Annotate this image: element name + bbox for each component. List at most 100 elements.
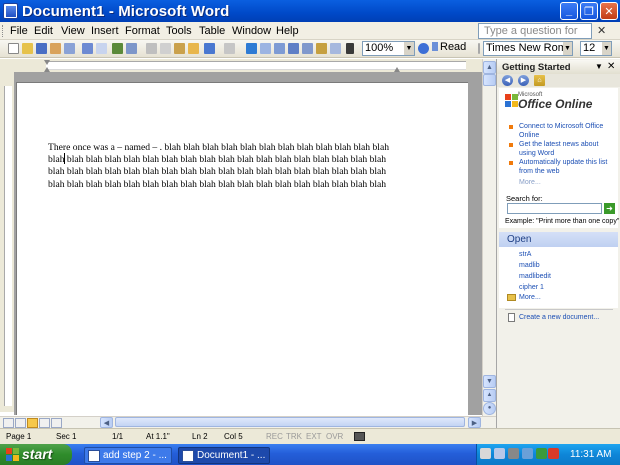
outline-view-icon[interactable] (39, 418, 50, 428)
close-button[interactable]: ✕ (600, 2, 618, 20)
vertical-scrollbar[interactable]: ▲ ▼ ▲ ● (482, 59, 496, 416)
save-icon[interactable] (36, 43, 47, 54)
menu-help[interactable]: Help (276, 25, 299, 37)
status-ext[interactable]: EXT (306, 432, 322, 441)
recent-file-link[interactable]: madlib (519, 262, 540, 269)
print-icon[interactable] (82, 43, 93, 54)
menu-edit[interactable]: Edit (34, 25, 53, 37)
new-icon[interactable] (8, 43, 19, 54)
spelling-icon[interactable] (112, 43, 123, 54)
title-bar[interactable]: Document1 - Microsoft Word _ ❐ ✕ (0, 0, 620, 22)
task-pane-dropdown-icon[interactable]: ▼ (595, 62, 603, 71)
link-more[interactable]: More... (519, 178, 615, 187)
permission-icon[interactable] (50, 43, 61, 54)
recent-file-link[interactable]: cipher 1 (519, 284, 544, 291)
tray-network-icon[interactable] (480, 448, 491, 459)
home-icon[interactable]: ⌂ (534, 75, 545, 86)
create-new-document-link[interactable]: Create a new document... (519, 314, 599, 321)
vertical-ruler[interactable] (0, 72, 14, 412)
search-input[interactable] (507, 203, 602, 214)
menu-window[interactable]: Window (232, 25, 271, 37)
search-go-icon[interactable]: ➜ (604, 203, 615, 214)
previous-page-icon[interactable]: ▲ (483, 389, 496, 402)
restore-button[interactable]: ❐ (580, 2, 598, 20)
open-icon[interactable] (22, 43, 33, 54)
copy-icon[interactable] (160, 43, 171, 54)
open-more-link[interactable]: More... (519, 294, 541, 301)
link-connect-office-online[interactable]: Connect to Microsoft Office Online (519, 122, 615, 140)
scroll-right-icon[interactable]: ▶ (468, 417, 481, 428)
reading-layout-icon[interactable] (51, 418, 62, 428)
normal-view-icon[interactable] (3, 418, 14, 428)
scroll-up-icon[interactable]: ▲ (483, 61, 496, 74)
tray-messenger-icon[interactable] (522, 448, 533, 459)
tray-display-icon[interactable] (494, 448, 505, 459)
taskbar-item-document1[interactable]: Document1 - ... (178, 447, 270, 464)
menu-table[interactable]: Table (199, 25, 225, 37)
scroll-thumb[interactable] (483, 74, 496, 86)
scroll-left-icon[interactable]: ◀ (100, 417, 113, 428)
back-icon[interactable]: ◀ (502, 75, 513, 86)
document-text[interactable]: There once was a – named – . blah blah b… (48, 142, 398, 191)
menu-format[interactable]: Format (125, 25, 160, 37)
status-rec[interactable]: REC (266, 432, 283, 441)
read-button[interactable]: Read (432, 41, 466, 53)
menu-tools[interactable]: Tools (166, 25, 192, 37)
menu-view[interactable]: View (61, 25, 85, 37)
tray-antivirus-icon[interactable] (548, 448, 559, 459)
menu-insert[interactable]: Insert (91, 25, 119, 37)
font-size-select[interactable]: 12 ▼ (580, 41, 612, 56)
link-latest-news[interactable]: Get the latest news about using Word (519, 140, 615, 158)
spelling-status-icon[interactable] (354, 432, 365, 441)
font-name-select[interactable]: Times New Roman ▼ (483, 41, 573, 56)
chevron-down-icon[interactable]: ▼ (404, 42, 414, 55)
document-map-icon[interactable] (330, 43, 341, 54)
scroll-down-icon[interactable]: ▼ (483, 375, 496, 388)
document-page[interactable] (16, 82, 468, 415)
cut-icon[interactable] (146, 43, 157, 54)
insert-excel-icon[interactable] (288, 43, 299, 54)
print-preview-icon[interactable] (96, 43, 107, 54)
minimize-button[interactable]: _ (560, 2, 578, 20)
ruler-track[interactable] (46, 61, 466, 70)
ask-question-input[interactable]: Type a question for help (478, 23, 592, 51)
tray-speaker-icon[interactable] (508, 448, 519, 459)
task-pane-title[interactable]: Getting Started (502, 62, 571, 73)
paste-icon[interactable] (174, 43, 185, 54)
email-icon[interactable] (64, 43, 75, 54)
columns-icon[interactable] (302, 43, 313, 54)
taskbar-item-add-step[interactable]: add step 2 - ... (84, 447, 172, 464)
chevron-down-icon[interactable]: ▼ (602, 42, 611, 55)
insert-table-icon[interactable] (274, 43, 285, 54)
web-layout-icon[interactable] (15, 418, 26, 428)
recent-file-link[interactable]: madlibedit (519, 273, 551, 280)
task-pane-close-icon[interactable]: ✕ (607, 61, 615, 72)
show-hide-icon[interactable] (346, 43, 354, 54)
hyperlink-icon[interactable] (246, 43, 257, 54)
undo-icon[interactable] (204, 43, 215, 54)
start-button[interactable]: start (0, 444, 72, 465)
vertical-ruler-track[interactable] (4, 86, 12, 406)
recent-file-link[interactable]: strA (519, 251, 531, 258)
word-app-icon[interactable] (3, 3, 18, 19)
format-painter-icon[interactable] (188, 43, 199, 54)
horizontal-scroll-thumb[interactable] (115, 417, 465, 427)
status-ovr[interactable]: OVR (326, 432, 343, 441)
print-layout-icon[interactable] (27, 418, 38, 428)
redo-icon[interactable] (224, 43, 235, 54)
horizontal-ruler[interactable] (0, 59, 496, 72)
chevron-down-icon[interactable]: ▼ (563, 42, 572, 55)
status-trk[interactable]: TRK (286, 432, 302, 441)
tray-security-icon[interactable] (536, 448, 547, 459)
menu-file[interactable]: File (10, 25, 28, 37)
research-icon[interactable] (126, 43, 137, 54)
help-icon[interactable] (418, 43, 429, 54)
menu-grip[interactable] (2, 25, 5, 37)
select-browse-object-icon[interactable]: ● (483, 402, 496, 415)
close-document-icon[interactable]: ✕ (597, 24, 606, 37)
link-auto-update[interactable]: Automatically update this list from the … (519, 158, 615, 176)
forward-icon[interactable]: ▶ (518, 75, 529, 86)
tables-borders-icon[interactable] (260, 43, 271, 54)
drawing-icon[interactable] (316, 43, 327, 54)
zoom-select[interactable]: 100% ▼ (362, 41, 415, 56)
